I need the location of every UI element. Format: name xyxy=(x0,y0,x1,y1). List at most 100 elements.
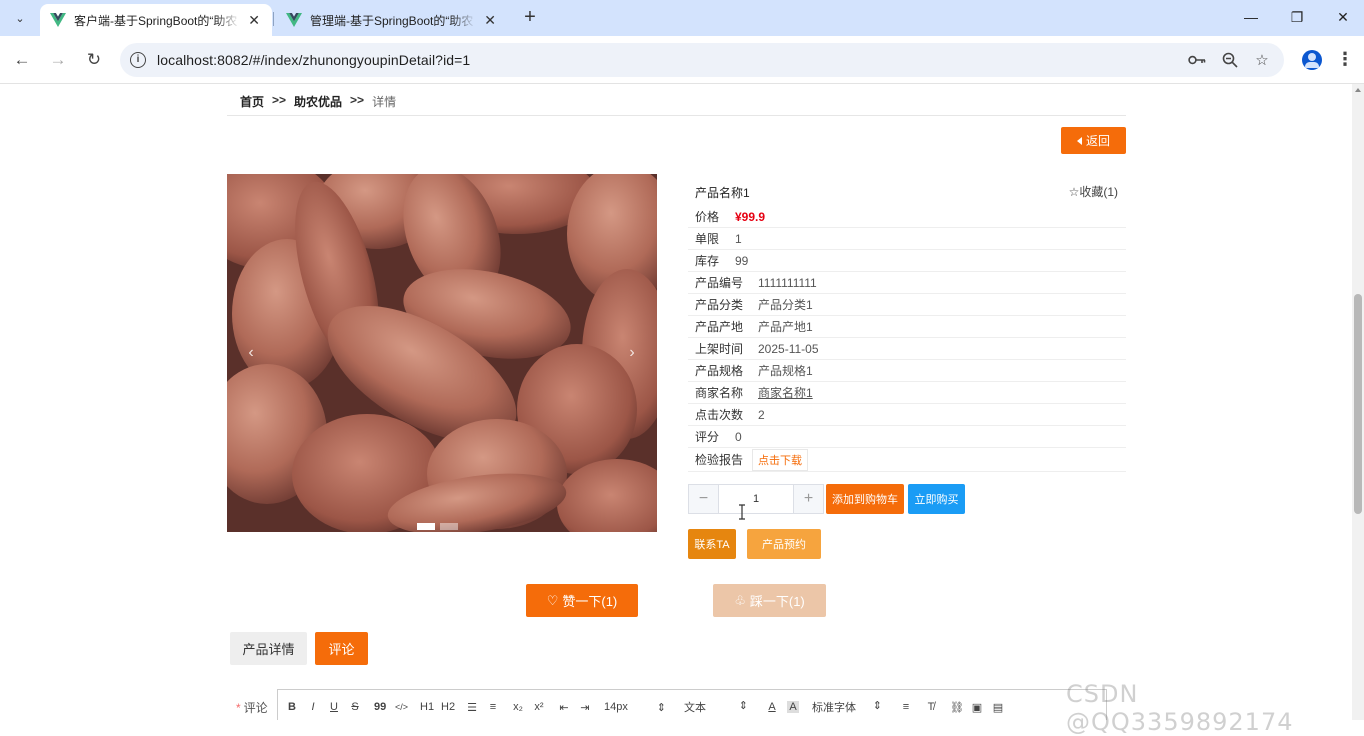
attr-label: 评分 xyxy=(695,430,720,444)
row-spec: 产品规格 产品规格1 xyxy=(688,360,1126,382)
like-icon: ♡ xyxy=(546,592,559,608)
download-report-button[interactable]: 点击下载 xyxy=(752,448,808,471)
forward-arrow-icon[interactable]: → xyxy=(46,48,70,72)
image-icon[interactable]: ▣ xyxy=(971,701,983,714)
strike-icon[interactable]: S xyxy=(349,701,361,713)
attr-value: 99 xyxy=(735,253,749,268)
font-color-icon[interactable]: A xyxy=(766,701,778,713)
attr-label: 检验报告 xyxy=(695,453,744,467)
back-button-label: 返回 xyxy=(1085,134,1110,148)
back-button[interactable]: 返回 xyxy=(1061,127,1126,154)
breadcrumb-separator: >> xyxy=(272,93,287,107)
row-code: 产品编号 1111111111 xyxy=(688,272,1126,294)
product-attributes: 价格 ¥99.9 单限 1 库存 99 产品编号 1111111111 产品分类… xyxy=(688,206,1126,472)
bold-icon[interactable]: B xyxy=(286,701,298,713)
window-close-icon[interactable]: ✕ xyxy=(1320,0,1364,34)
breadcrumb-section[interactable]: 助农优品 xyxy=(294,93,342,110)
quote-icon[interactable]: 99 xyxy=(374,701,386,713)
superscript-icon[interactable]: x² xyxy=(533,701,545,713)
dislike-icon: ♧ xyxy=(734,592,746,608)
browser-menu-icon[interactable]: ⋮ xyxy=(1336,48,1354,72)
attr-label: 点击次数 xyxy=(695,408,744,422)
reserve-button[interactable]: 产品预约 xyxy=(747,529,821,559)
star-outline-icon: ☆ xyxy=(1068,185,1080,199)
font-size-select[interactable]: 14px ⇕ xyxy=(604,701,666,714)
subscript-icon[interactable]: x₂ xyxy=(512,701,524,713)
breadcrumb-home[interactable]: 首页 xyxy=(240,93,264,110)
minimize-icon[interactable]: — xyxy=(1228,0,1274,34)
scroll-up-arrow-icon[interactable] xyxy=(1355,88,1361,92)
comment-label-text: 评论 xyxy=(243,701,268,715)
breadcrumb: 首页 >> 助农优品 >> 详情 xyxy=(240,93,396,110)
vue-logo-icon xyxy=(50,13,66,27)
rich-text-toolbar: B I U S 99 </> H1 H2 ☰ ≡ x₂ x² ⇤ ⇥ 14px ⇕… xyxy=(277,689,1107,720)
quantity-input[interactable]: 1 xyxy=(718,485,794,513)
font-family-select[interactable]: 标准字体 ⇕ xyxy=(812,699,882,715)
h1-icon[interactable]: H1 xyxy=(420,701,434,713)
carousel-indicator[interactable] xyxy=(440,523,458,530)
tab-comment[interactable]: 评论 xyxy=(315,632,368,665)
back-arrow-icon[interactable]: ← xyxy=(10,48,34,72)
carousel-next-icon[interactable]: › xyxy=(622,344,642,362)
product-image-carousel[interactable]: ‹ › xyxy=(227,174,657,532)
video-icon[interactable]: ▤ xyxy=(992,701,1004,714)
code-icon[interactable]: </> xyxy=(395,702,408,712)
page-viewport: 首页 >> 助农优品 >> 详情 返回 ‹ › 产品名称1 ☆收藏(1) 价格 … xyxy=(0,84,1364,720)
plus-icon[interactable]: + xyxy=(794,485,823,513)
contact-button[interactable]: 联系TA xyxy=(688,529,736,559)
attr-label: 产品规格 xyxy=(695,364,744,378)
carousel-prev-icon[interactable]: ‹ xyxy=(241,344,261,362)
like-button[interactable]: ♡ 赞一下(1) xyxy=(526,584,638,617)
page-scrollbar[interactable] xyxy=(1352,84,1364,720)
favorite-button[interactable]: ☆收藏(1) xyxy=(1069,183,1118,200)
background-color-icon[interactable]: A xyxy=(787,701,799,713)
url-text[interactable]: localhost:8082/#/index/zhunongyoupinDeta… xyxy=(157,52,470,68)
bullet-list-icon[interactable]: ≡ xyxy=(487,701,499,713)
italic-icon[interactable]: I xyxy=(307,701,319,713)
profile-avatar-icon[interactable] xyxy=(1302,50,1322,70)
underline-icon[interactable]: U xyxy=(328,701,340,713)
attr-label: 产品编号 xyxy=(695,276,744,290)
browser-tab-admin[interactable]: 管理端-基于SpringBoot的“助农 ✕ xyxy=(276,4,508,36)
h2-icon[interactable]: H2 xyxy=(441,701,455,713)
site-info-icon[interactable]: i xyxy=(130,52,146,68)
row-price: 价格 ¥99.9 xyxy=(688,206,1126,228)
carousel-indicator[interactable] xyxy=(417,523,435,530)
tab-product-detail[interactable]: 产品详情 xyxy=(230,632,307,665)
bookmark-star-icon[interactable]: ☆ xyxy=(1253,51,1271,69)
tab-close-icon[interactable]: ✕ xyxy=(482,12,498,29)
caret-left-icon xyxy=(1076,136,1082,145)
select-caret-icon: ⇕ xyxy=(738,700,748,712)
restore-icon[interactable]: ❐ xyxy=(1274,0,1320,34)
header-select[interactable]: 文本 ⇕ xyxy=(684,699,748,715)
browser-tab-client[interactable]: 客户端-基于SpringBoot的“助农 ✕ xyxy=(40,4,272,36)
font-family-value: 标准字体 xyxy=(812,702,856,714)
password-key-icon[interactable] xyxy=(1188,51,1206,69)
vue-logo-icon xyxy=(286,13,302,27)
dislike-button[interactable]: ♧ 踩一下(1) xyxy=(713,584,826,617)
minus-icon[interactable]: − xyxy=(689,485,718,513)
link-icon[interactable]: ⛓ xyxy=(950,701,964,714)
attr-label: 单限 xyxy=(695,232,720,246)
row-listed: 上架时间 2025-11-05 xyxy=(688,338,1126,360)
merchant-link[interactable]: 商家名称1 xyxy=(758,384,813,401)
breadcrumb-separator: >> xyxy=(350,93,365,107)
new-tab-icon[interactable]: + xyxy=(518,6,542,30)
zoom-icon[interactable] xyxy=(1221,51,1239,69)
clear-format-icon[interactable]: T̸ xyxy=(925,701,937,713)
attr-label: 产品分类 xyxy=(695,298,744,312)
reload-icon[interactable]: ↻ xyxy=(82,48,106,72)
align-icon[interactable]: ≡ xyxy=(900,701,912,713)
add-to-cart-button[interactable]: 添加到购物车 xyxy=(826,484,904,514)
row-stock: 库存 99 xyxy=(688,250,1126,272)
scrollbar-thumb[interactable] xyxy=(1354,294,1362,514)
attr-value: 0 xyxy=(735,429,742,444)
tab-close-icon[interactable]: ✕ xyxy=(246,12,262,29)
outdent-icon[interactable]: ⇤ xyxy=(558,701,570,714)
buy-now-button[interactable]: 立即购买 xyxy=(908,484,965,514)
address-bar[interactable]: i localhost:8082/#/index/zhunongyoupinDe… xyxy=(120,43,1284,77)
ordered-list-icon[interactable]: ☰ xyxy=(466,701,478,714)
indent-icon[interactable]: ⇥ xyxy=(579,701,591,714)
tab-search-icon[interactable]: ⌄ xyxy=(8,6,32,30)
required-asterisk: * xyxy=(236,701,241,715)
